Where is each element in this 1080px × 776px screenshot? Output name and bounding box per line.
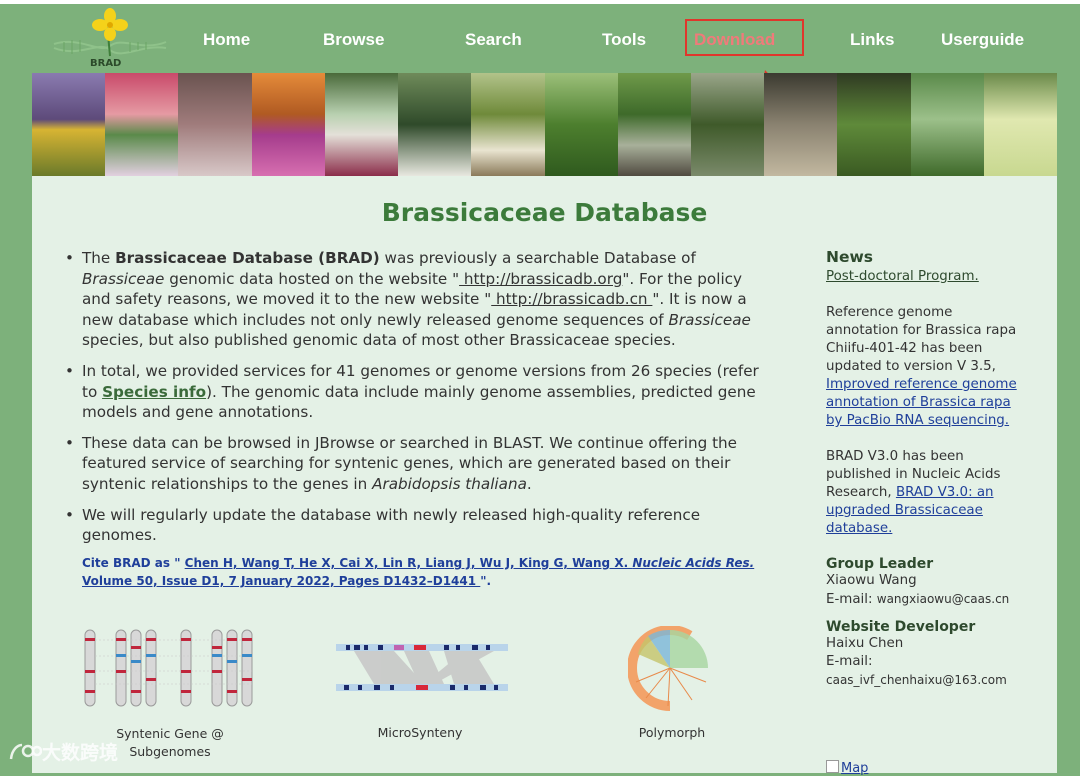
banner-photo-11	[764, 73, 838, 176]
group-leader-email[interactable]: wangxiaowu@caas.cn	[877, 592, 1010, 606]
microsynteny-illustration[interactable]	[334, 636, 512, 698]
new-site-link[interactable]: http://brassicadb.cn	[491, 290, 652, 308]
watermark-text: 大数跨境	[42, 742, 119, 764]
group-leader-name: Xiaowu Wang	[826, 573, 917, 588]
banner-photo-3	[178, 73, 252, 176]
news-item-annotation: Reference genome annotation for Brassica…	[826, 304, 1026, 430]
syntenic-gene-illustration[interactable]	[80, 626, 260, 711]
nav-home[interactable]: Home	[203, 30, 250, 50]
cite-prefix: Cite BRAD as "	[82, 556, 185, 570]
brad-name: Brassicaceae Database (BRAD)	[115, 249, 380, 267]
text-span: We will regularly update the database wi…	[82, 505, 701, 545]
species-info-link[interactable]: Species info	[102, 383, 206, 401]
group-leader-email-row: E-mail: wangxiaowu@caas.cn	[826, 590, 1026, 609]
banner-photo-13	[910, 73, 984, 176]
text-span: was previously a searchable Database of	[379, 249, 696, 267]
microsynteny-caption[interactable]: MicroSynteny	[370, 725, 470, 740]
map-alt-text: Map	[841, 761, 869, 776]
annotation-paper-link[interactable]: Improved reference genome annotation of …	[826, 377, 1017, 428]
main-content-panel: Brassicaceae Database The Brassicaceae D…	[32, 176, 1057, 773]
polymorph-illustration[interactable]	[628, 626, 718, 711]
old-site-link[interactable]: http://brassicadb.org	[459, 270, 622, 288]
text-span: .	[526, 474, 532, 493]
developer-heading: Website Developer	[826, 619, 976, 635]
news-item-v3: BRAD V3.0 has been published in Nucleic …	[826, 448, 1026, 538]
banner-photo-4	[251, 73, 325, 176]
top-border	[0, 0, 1080, 4]
banner-photo-12	[837, 73, 911, 176]
cite-authors: Chen H, Wang T, He X, Cai X, Lin R, Lian…	[184, 556, 633, 570]
download-highlight-box	[685, 19, 804, 56]
text-span: The	[82, 249, 116, 267]
nav-browse[interactable]: Browse	[323, 30, 384, 50]
species-term: Brassiceae	[668, 310, 751, 329]
nav-tools[interactable]: Tools	[602, 30, 646, 50]
group-leader-heading: Group Leader	[826, 556, 934, 572]
intro-paragraph-3: These data can be browsed in JBrowse or …	[65, 433, 772, 495]
watermark: 大数跨境	[8, 738, 118, 765]
watermark-logo-icon	[9, 743, 43, 760]
cite-journal: Nucleic Acids Res.	[632, 556, 755, 570]
citation: Cite BRAD as " Chen H, Wang T, He X, Cai…	[82, 554, 772, 590]
cite-details: Volume 50, Issue D1, 7 January 2022, Pag…	[82, 574, 481, 588]
page-title: Brassicaceae Database	[381, 198, 708, 227]
plant-photo-banner	[32, 73, 1058, 176]
developer-name: Haixu Chen	[826, 636, 904, 651]
broken-image-icon	[826, 760, 839, 773]
banner-photo-2	[105, 73, 179, 176]
banner-photo-8	[544, 73, 618, 176]
nav-search[interactable]: Search	[465, 30, 522, 50]
news-sidebar: News Post-doctoral Program. Reference ge…	[826, 248, 1026, 687]
polymorph-caption[interactable]: Polymorph	[622, 725, 722, 740]
map-image-link[interactable]: Map	[826, 760, 868, 776]
intro-paragraph-2: In total, we provided services for 41 ge…	[65, 361, 772, 423]
banner-photo-14	[983, 73, 1058, 176]
news-heading: News	[826, 248, 874, 266]
banner-photo-6	[398, 73, 472, 176]
intro-list: The Brassicaceae Database (BRAD) was pre…	[65, 248, 772, 556]
intro-paragraph-1: The Brassicaceae Database (BRAD) was pre…	[65, 248, 772, 351]
nav-userguide[interactable]: Userguide	[941, 30, 1024, 50]
developer-email-label: E-mail:	[826, 654, 873, 669]
banner-photo-5	[324, 73, 399, 176]
banner-photo-1	[32, 73, 106, 176]
species-term: Brassiceae	[82, 269, 165, 288]
intro-paragraph-4: We will regularly update the database wi…	[65, 505, 772, 546]
banner-photo-7	[471, 73, 545, 176]
text-span: species, but also published genomic data…	[82, 331, 676, 350]
logo-text: BRAD	[90, 58, 122, 69]
nav-links[interactable]: Links	[850, 30, 894, 50]
email-label: E-mail:	[826, 592, 877, 607]
cite-suffix: ".	[480, 574, 492, 588]
species-term: Arabidopsis thaliana	[372, 474, 527, 493]
text-span: genomic data hosted on the website "	[164, 269, 460, 288]
postdoc-link[interactable]: Post-doctoral Program.	[826, 268, 1026, 286]
banner-photo-10	[690, 73, 765, 176]
developer-email[interactable]: caas_ivf_chenhaixu@163.com	[826, 673, 1026, 687]
banner-photo-9	[617, 73, 691, 176]
news-item-text: Reference genome annotation for Brassica…	[826, 305, 1017, 374]
